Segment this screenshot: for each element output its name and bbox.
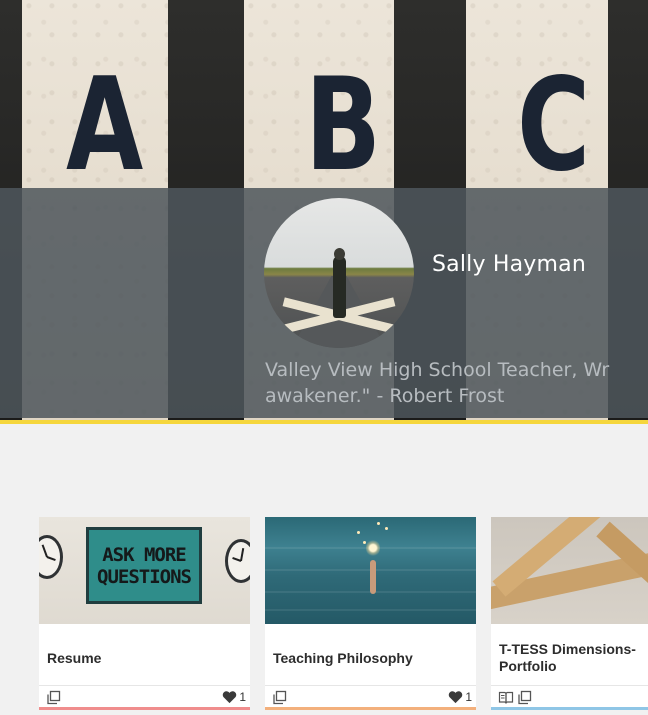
book-icon[interactable] [498,690,514,705]
sign-text: ASK MORE [102,543,187,566]
like-number: 1 [239,690,246,704]
like-count[interactable]: 1 [448,689,472,705]
card-thumbnail[interactable] [491,517,648,624]
profile-name: Sally Hayman [432,252,586,277]
copy-icon[interactable] [46,690,61,705]
banner-letter: B [305,51,382,200]
card-title[interactable]: Teaching Philosophy [273,650,476,667]
accent-bar [0,420,648,424]
card-title-line: T-TESS Dimensions- [499,641,636,657]
avatar[interactable] [264,198,414,348]
card-title[interactable]: Resume [47,650,250,667]
profile-bio-line: awakener." - Robert Frost [265,385,505,407]
copy-icon[interactable] [272,690,287,705]
copy-icon[interactable] [517,690,532,705]
profile-bio: Valley View High School Teacher, Wr awak… [265,357,648,409]
clock-image [225,539,250,583]
sign-text: QUESTIONS [97,565,192,588]
card-thumbnail[interactable]: ASK MORE QUESTIONS [39,517,250,624]
banner-letter: A [66,51,144,200]
profile-bio-line: Valley View High School Teacher, Wr [265,359,610,381]
heart-icon[interactable] [222,690,237,704]
like-count[interactable]: 1 [222,689,246,705]
clock-image [39,535,63,579]
portfolio-card-teaching-philosophy[interactable]: Teaching Philosophy 1 [265,517,476,710]
banner-letter: C [517,51,591,200]
profile-banner: A B C Sally Hayman Valley View High Scho… [0,0,648,420]
ask-more-questions-sign: ASK MORE QUESTIONS [86,527,202,604]
card-title-line: Portfolio [499,658,557,674]
card-accent [265,707,476,710]
card-title[interactable]: T-TESS Dimensions- Portfolio [499,641,648,675]
card-accent [39,707,250,710]
like-number: 1 [465,690,472,704]
portfolio-card-t-tess[interactable]: T-TESS Dimensions- Portfolio [491,517,648,710]
heart-icon[interactable] [448,690,463,704]
portfolio-card-resume[interactable]: ASK MORE QUESTIONS Resume 1 [39,517,250,710]
card-thumbnail[interactable] [265,517,476,624]
card-accent [491,707,648,710]
